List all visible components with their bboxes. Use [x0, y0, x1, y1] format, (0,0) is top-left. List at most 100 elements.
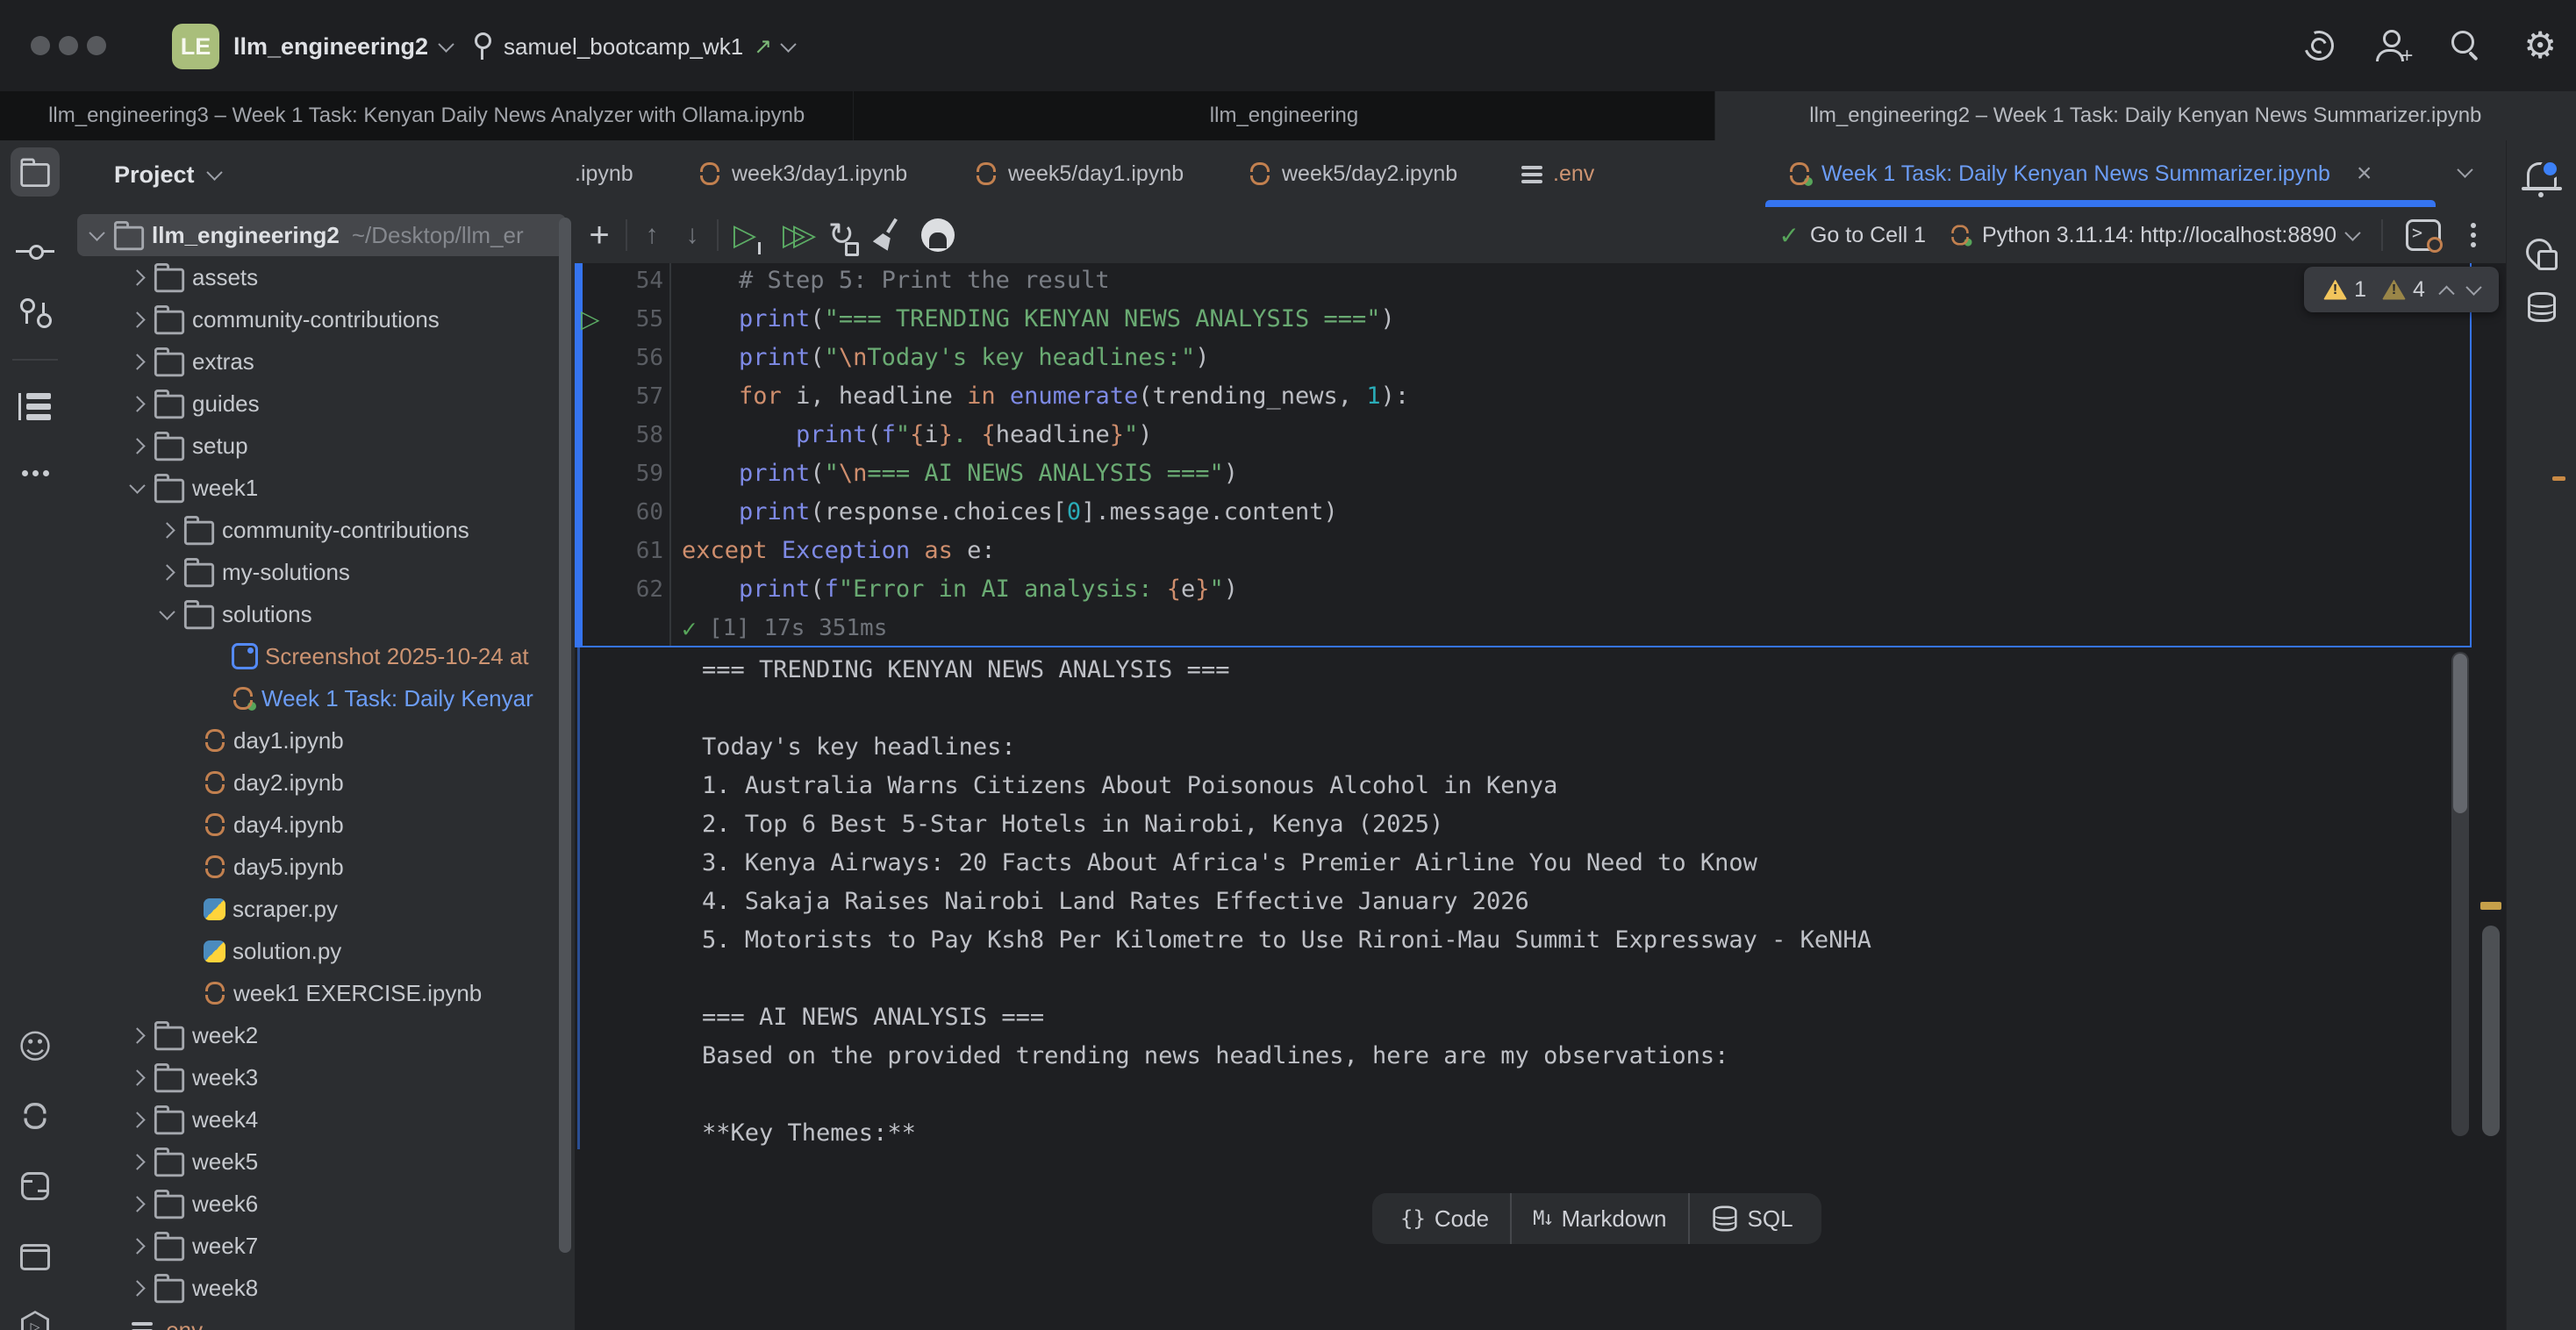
tree-item-week5[interactable]: week5 [70, 1141, 575, 1183]
chevron-right-icon[interactable] [129, 438, 145, 454]
cell-type-code-button[interactable]: {}Code [1379, 1193, 1510, 1244]
project-panel-header[interactable]: Project [70, 140, 575, 209]
search-icon[interactable] [2451, 31, 2481, 61]
chevron-right-icon[interactable] [159, 522, 175, 538]
tree-item-week4[interactable]: week4 [70, 1098, 575, 1141]
warnings-strong[interactable]: 1 [2323, 277, 2366, 303]
chevron-down-icon[interactable] [159, 604, 175, 619]
window-minimize-button[interactable] [59, 36, 78, 55]
next-problem-chevron-icon[interactable] [2465, 279, 2481, 295]
move-cell-down-button[interactable]: ↓ [673, 207, 712, 263]
tree-item-week6[interactable]: week6 [70, 1183, 575, 1225]
github-button[interactable] [917, 207, 959, 263]
chevron-down-icon[interactable] [129, 477, 145, 493]
move-cell-up-button[interactable]: ↑ [633, 207, 671, 263]
tree-item--env[interactable]: .env [70, 1309, 575, 1330]
python-packages-tool-button[interactable] [11, 1233, 60, 1282]
window-close-button[interactable] [31, 36, 50, 55]
branch-switcher[interactable]: samuel_bootcamp_wk1 ↗ [472, 26, 794, 67]
restart-kernel-button[interactable]: ↻ [822, 207, 861, 263]
window-tab-1[interactable]: llm_engineering3 – Week 1 Task: Kenyan D… [0, 91, 854, 140]
tree-item-llm-engineering2[interactable]: llm_engineering2~/Desktop/llm_er [77, 214, 566, 256]
code-line[interactable]: print("\nToday's key headlines:") [682, 339, 1409, 377]
project-scrollbar-thumb[interactable] [559, 218, 571, 1253]
chevron-right-icon[interactable] [129, 396, 145, 411]
project-tool-button[interactable] [11, 147, 60, 197]
chevron-right-icon[interactable] [129, 1238, 145, 1254]
chevron-right-icon[interactable] [129, 1196, 145, 1212]
ai-assistant-icon[interactable] [2300, 25, 2339, 65]
editor-tab-week3-day1-ipynb[interactable]: week3/day1.ipynb [676, 140, 930, 207]
chevron-right-icon[interactable] [129, 311, 145, 327]
tree-item-week2[interactable]: week2 [70, 1014, 575, 1056]
close-icon[interactable]: × [2357, 161, 2372, 187]
commit-tool-button[interactable] [11, 227, 60, 276]
cell-type-sql-button[interactable]: SQL [1688, 1193, 1814, 1244]
chevron-right-icon[interactable] [129, 1112, 145, 1127]
tree-item-my-solutions[interactable]: my-solutions [70, 551, 575, 593]
tree-item-day1-ipynb[interactable]: day1.ipynb [70, 719, 575, 762]
code-cell-content[interactable]: # Step 5: Print the result print("=== TR… [682, 263, 1409, 609]
tree-item-scraper-py[interactable]: scraper.py [70, 888, 575, 930]
editor-scrollbar-thumb[interactable] [2482, 926, 2500, 1136]
code-line[interactable]: print(f"{i}. {headline}") [682, 416, 1409, 454]
tree-item-day2-ipynb[interactable]: day2.ipynb [70, 762, 575, 804]
tree-item-day4-ipynb[interactable]: day4.ipynb [70, 804, 575, 846]
kernel-selector[interactable]: Python 3.11.14: http://localhost:8890 [1949, 223, 2358, 248]
tree-item-assets[interactable]: assets [70, 256, 575, 298]
pull-requests-tool-button[interactable] [11, 289, 60, 338]
warnings-weak[interactable]: 4 [2382, 277, 2425, 303]
run-line-icon[interactable]: ▷ [581, 300, 600, 339]
project-scrollbar[interactable] [559, 218, 571, 1323]
tree-item-setup[interactable]: setup [70, 425, 575, 467]
chevron-right-icon[interactable] [129, 1027, 145, 1043]
tree-item-week-1-task-daily-kenyar[interactable]: Week 1 Task: Daily Kenyar [70, 677, 575, 719]
more-tools-button[interactable] [11, 448, 60, 497]
editor-tab-week-1-task-daily-kenyan-news-summarizer-ipynb[interactable]: Week 1 Task: Daily Kenyan News Summarize… [1765, 140, 2436, 207]
python-console-tool-button[interactable] [11, 1162, 60, 1211]
tree-item-screenshot-2025-10-24-at[interactable]: Screenshot 2025-10-24 at [70, 635, 575, 677]
tree-item-extras[interactable]: extras [70, 340, 575, 383]
tree-item-community-contributions[interactable]: community-contributions [70, 509, 575, 551]
services-tool-button[interactable]: ▷ [11, 1302, 60, 1330]
run-all-cells-button[interactable]: ▷▷ [769, 207, 829, 263]
gear-icon[interactable]: ⚙ [2523, 27, 2557, 64]
goto-cell-button[interactable]: ✓ Go to Cell 1 [1779, 221, 1926, 250]
project-switcher[interactable]: llm_engineering2 [233, 26, 452, 67]
tree-item-week7[interactable]: week7 [70, 1225, 575, 1267]
tree-item-community-contributions[interactable]: community-contributions [70, 298, 575, 340]
add-user-icon[interactable]: + [2376, 30, 2409, 61]
run-cell-button[interactable]: ▷ [726, 207, 764, 263]
hugging-face-tool-button[interactable]: ☺ [11, 1022, 60, 1071]
cell-type-markdown-button[interactable]: M↓Markdown [1510, 1193, 1687, 1244]
editor-tab--ipynb[interactable]: .ipynb [575, 140, 633, 207]
previous-problem-chevron-icon[interactable] [2438, 285, 2454, 301]
notifications-button[interactable] [2517, 149, 2566, 198]
editor-tab--env[interactable]: .env [1499, 140, 1617, 207]
tree-item-solution-py[interactable]: solution.py [70, 930, 575, 972]
ai-search-tool-button[interactable] [2517, 230, 2566, 279]
code-line[interactable]: print("=== TRENDING KENYAN NEWS ANALYSIS… [682, 300, 1409, 339]
window-tab-2[interactable]: llm_engineering [854, 91, 1714, 140]
structure-tool-button[interactable] [11, 382, 60, 431]
chevron-right-icon[interactable] [129, 1069, 145, 1085]
chevron-right-icon[interactable] [129, 354, 145, 369]
tree-item-guides[interactable]: guides [70, 383, 575, 425]
notebook-editor[interactable]: 5455▷56575859606162 # Step 5: Print the … [575, 263, 2506, 1330]
output-scrollbar-thumb[interactable] [2453, 654, 2467, 813]
chevron-right-icon[interactable] [129, 269, 145, 285]
clear-outputs-button[interactable] [868, 207, 906, 263]
code-line[interactable]: print(response.choices[0].message.conten… [682, 493, 1409, 532]
tree-item-week1-exercise-ipynb[interactable]: week1 EXERCISE.ipynb [70, 972, 575, 1014]
database-tool-button[interactable] [2517, 282, 2566, 332]
chevron-down-icon[interactable] [89, 225, 104, 240]
code-line[interactable]: except Exception as e: [682, 532, 1409, 570]
window-tab-3[interactable]: llm_engineering2 – Week 1 Task: Daily Ke… [1715, 91, 2576, 140]
warning-stripe-marker[interactable] [2480, 902, 2501, 910]
chevron-right-icon[interactable] [159, 564, 175, 580]
tree-item-week8[interactable]: week8 [70, 1267, 575, 1309]
editor-tab-week5-day1-ipynb[interactable]: week5/day1.ipynb [952, 140, 1206, 207]
tree-item-day5-ipynb[interactable]: day5.ipynb [70, 846, 575, 888]
code-line[interactable]: print(f"Error in AI analysis: {e}") [682, 570, 1409, 609]
kebab-menu-icon[interactable] [2471, 232, 2476, 238]
